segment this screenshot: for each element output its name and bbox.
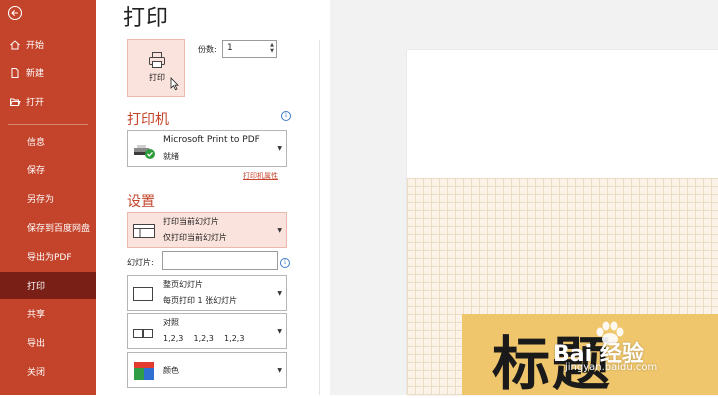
print-range-title: 打印当前幻灯片 <box>163 217 219 226</box>
print-range-dropdown[interactable]: 打印当前幻灯片 仅打印当前幻灯片 ▼ <box>127 212 287 248</box>
info-icon[interactable]: i <box>280 258 290 268</box>
sidebar-item-export-pdf[interactable]: 导出为PDF <box>0 243 96 270</box>
print-button[interactable]: 打印 <box>127 39 185 97</box>
settings-section-title: 设置 <box>127 194 155 210</box>
open-folder-icon <box>9 96 21 108</box>
sidebar-item-print[interactable]: 打印 <box>0 272 96 299</box>
layout-subtitle: 每页打印 1 张幻灯片 <box>163 296 238 305</box>
sidebar-item-save-as[interactable]: 另存为 <box>0 185 96 212</box>
sidebar-item-label: 导出为PDF <box>27 253 72 263</box>
sidebar-item-label: 另存为 <box>27 195 55 205</box>
sidebar-item-save-to-baidu[interactable]: 保存到百度网盘 <box>0 214 96 241</box>
print-range-subtitle: 仅打印当前幻灯片 <box>163 233 227 242</box>
info-icon[interactable]: i <box>281 111 291 121</box>
page-title: 打印 <box>123 6 170 31</box>
sidebar-item-info[interactable]: 信息 <box>0 128 96 155</box>
printer-name: Microsoft Print to PDF <box>163 135 260 145</box>
sidebar-item-label: 新建 <box>26 69 45 79</box>
layout-dropdown[interactable]: 整页幻灯片 每页打印 1 张幻灯片 ▼ <box>127 275 287 311</box>
panel-divider <box>319 40 320 395</box>
copies-stepper[interactable]: 1 ▲ ▼ <box>222 40 277 58</box>
slides-input[interactable] <box>162 251 278 270</box>
collation-title: 对照 <box>163 318 179 327</box>
back-arrow-circle-icon[interactable] <box>7 5 23 21</box>
chevron-down-icon: ▼ <box>277 328 282 335</box>
slides-value <box>163 260 166 269</box>
sidebar-item-new[interactable]: 新建 <box>0 59 96 86</box>
collation-subtitle: 1,2,3 1,2,3 1,2,3 <box>163 334 245 343</box>
printer-ready-icon <box>132 142 156 164</box>
spin-arrows-icon[interactable]: ▲ ▼ <box>270 42 274 54</box>
sidebar-item-label: 关闭 <box>27 368 46 378</box>
printer-dropdown[interactable]: Microsoft Print to PDF 就绪 ▼ <box>127 130 287 167</box>
printer-icon <box>149 52 165 68</box>
home-icon <box>9 39 21 51</box>
sidebar-item-label: 打印 <box>27 282 46 292</box>
color-title: 颜色 <box>163 366 179 375</box>
sidebar-divider <box>8 124 88 125</box>
printer-section-title: 打印机 <box>127 112 169 128</box>
copies-label: 份数: <box>198 45 217 54</box>
copies-value: 1 <box>227 43 233 53</box>
sidebar-item-save[interactable]: 保存 <box>0 156 96 183</box>
sidebar-item-label: 保存 <box>27 166 46 176</box>
color-dropdown[interactable]: 颜色 ▼ <box>127 352 287 388</box>
sidebar-item-label: 开始 <box>26 41 45 51</box>
collated-pages-icon <box>132 325 156 344</box>
watermark-url: jingyan.baidu.com <box>565 362 658 373</box>
chevron-down-icon: ▼ <box>277 367 282 374</box>
chevron-down-icon: ▼ <box>277 227 282 234</box>
printer-status: 就绪 <box>163 152 179 161</box>
printer-properties-link[interactable]: 打印机属性 <box>243 171 278 181</box>
slide-range-icon <box>132 222 156 244</box>
collation-dropdown[interactable]: 对照 1,2,3 1,2,3 1,2,3 ▼ <box>127 313 287 349</box>
mouse-cursor-icon <box>170 77 179 91</box>
sidebar-item-share[interactable]: 共享 <box>0 300 96 327</box>
color-icon <box>132 361 156 385</box>
sidebar-item-label: 导出 <box>27 339 46 349</box>
sidebar-item-label: 信息 <box>27 138 46 148</box>
sidebar-item-label: 打开 <box>26 98 45 108</box>
slides-label: 幻灯片: <box>127 258 154 267</box>
sidebar-item-home[interactable]: 开始 <box>0 31 96 58</box>
full-page-slide-icon <box>132 286 156 306</box>
sidebar-item-open[interactable]: 打开 <box>0 88 96 115</box>
sidebar-item-label: 保存到百度网盘 <box>27 224 91 234</box>
sidebar-item-close[interactable]: 关闭 <box>0 358 96 385</box>
layout-title: 整页幻灯片 <box>163 280 203 289</box>
new-document-icon <box>9 67 21 79</box>
sidebar-item-label: 共享 <box>27 310 46 320</box>
sidebar-item-export[interactable]: 导出 <box>0 329 96 356</box>
backstage-sidebar: 开始 新建 打开 信息 保存 另存为 保存到百度网盘 导出为PDF 打印 共享 … <box>0 0 96 395</box>
chevron-down-icon: ▼ <box>277 290 282 297</box>
chevron-down-icon: ▼ <box>277 145 282 152</box>
